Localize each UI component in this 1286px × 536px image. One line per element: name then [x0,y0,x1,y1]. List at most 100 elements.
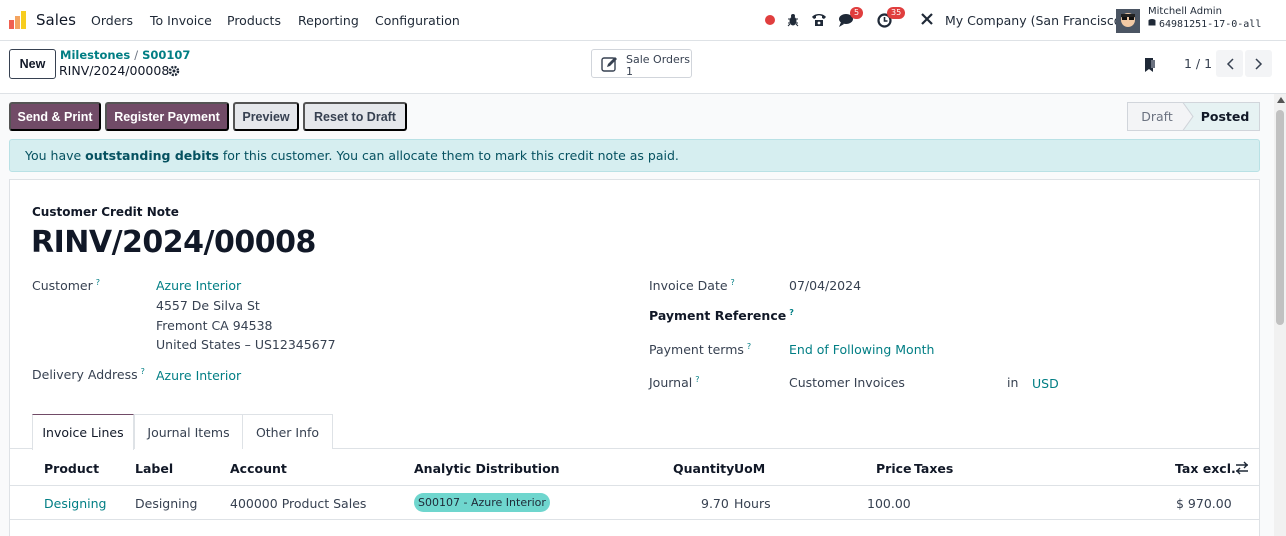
help-icon[interactable]: ? [747,342,751,351]
breadcrumb-separator: / [134,48,139,62]
app-name[interactable]: Sales [36,11,76,29]
col-label[interactable]: Label [135,461,173,476]
bookmark-icon[interactable] [1143,57,1157,73]
smart-button-label: Sale Orders [626,53,691,66]
document-type-label: Customer Credit Note [32,205,179,219]
customer-label-text: Customer [32,278,93,294]
tab-other-info[interactable]: Other Info [242,414,333,449]
pager-value[interactable]: 1 / 1 [1184,56,1212,71]
col-price[interactable]: Price [876,461,912,476]
menu-to-invoice[interactable]: To Invoice [150,13,212,28]
optional-columns-icon[interactable] [1235,461,1249,475]
chevron-right-icon [1254,57,1262,70]
journal-field[interactable]: Customer Invoices [789,375,905,390]
invoice-date-field[interactable]: 07/04/2024 [789,278,861,293]
row-tax-excl: $ 970.00 [1176,496,1232,511]
row-product[interactable]: Designing [44,496,107,511]
stage-posted[interactable]: Posted [1201,109,1250,124]
stage-draft[interactable]: Draft [1141,109,1173,124]
sales-app-icon[interactable] [8,10,28,30]
col-quantity[interactable]: Quantity [673,461,734,476]
currency-in-label: in [1007,375,1019,390]
menu-orders[interactable]: Orders [91,13,133,28]
help-icon[interactable]: ? [695,375,699,384]
messages-button[interactable]: 5 [838,7,864,31]
col-taxes[interactable]: Taxes [914,461,953,476]
breadcrumb: Milestones / S00107 [60,48,190,62]
delivery-label-text: Delivery Address [32,367,138,383]
sale-orders-smart-button[interactable]: Sale Orders 1 [591,49,692,78]
row-price[interactable]: 100.00 [867,496,911,511]
user-name[interactable]: Mitchell Admin [1148,6,1222,17]
tab-journal-items[interactable]: Journal Items [134,414,243,449]
control-panel: New Milestones / S00107 RINV/2024/00008 Sa… [0,41,1286,94]
send-print-button[interactable]: Send & Print [9,102,101,131]
table-header-divider [9,485,1260,486]
tab-invoice-lines[interactable]: Invoice Lines [32,414,134,450]
document-title: RINV/2024/00008 [31,225,316,260]
customer-link[interactable]: Azure Interior [156,278,241,293]
col-analytic[interactable]: Analytic Distribution [414,461,560,476]
customer-address-line3: United States – US12345677 [156,337,336,352]
scrollbar-thumb[interactable] [1276,110,1284,325]
journal-label-text: Journal [649,375,693,391]
invoice-date-label-text: Invoice Date [649,278,728,294]
menu-reporting[interactable]: Reporting [298,13,359,28]
bug-icon[interactable] [787,13,799,27]
help-icon[interactable]: ? [96,278,100,287]
payment-terms-label-text: Payment terms [649,342,744,358]
row-quantity[interactable]: 9.70 [701,496,729,511]
status-pipeline: Draft Posted [1127,102,1260,131]
new-button[interactable]: New [9,49,56,79]
payment-terms-label: Payment terms? [649,342,751,357]
help-icon[interactable]: ? [731,278,735,287]
user-avatar[interactable] [1116,9,1140,33]
breadcrumb-order[interactable]: S00107 [142,48,190,62]
scroll-up-icon[interactable] [1277,97,1285,103]
payment-reference-label: Payment Reference? [649,308,794,323]
customer-label: Customer? [32,278,100,293]
register-payment-button[interactable]: Register Payment [105,102,229,131]
payment-ref-label-text: Payment Reference [649,308,787,324]
row-label[interactable]: Designing [135,496,198,511]
menu-products[interactable]: Products [227,13,281,28]
col-product[interactable]: Product [44,461,99,476]
col-uom[interactable]: UoM [734,461,765,476]
breadcrumb-milestones[interactable]: Milestones [60,48,130,62]
gear-icon[interactable] [168,65,180,77]
record-name: RINV/2024/00008 [59,63,170,78]
avatar-face-icon [1116,9,1140,33]
preview-button[interactable]: Preview [233,102,299,131]
pager-previous-button[interactable] [1216,50,1243,77]
database-value: 64981251-17-0-all [1159,19,1262,30]
pager-next-button[interactable] [1245,50,1272,77]
payment-reference-field[interactable] [789,306,1189,324]
col-tax-excl[interactable]: Tax excl. [1175,461,1236,476]
database-icon [1148,19,1156,26]
invoice-date-label: Invoice Date? [649,278,735,293]
customer-address-line2: Fremont CA 94538 [156,318,273,333]
phone-icon[interactable] [811,12,827,27]
outstanding-debits-alert: You have outstanding debits for this cus… [9,139,1260,172]
company-switcher[interactable]: My Company (San Francisco) [945,13,1126,28]
tools-icon[interactable] [920,12,934,26]
main-navbar: Sales Orders To Invoice Products Reporti… [0,0,1286,41]
activities-button[interactable]: 35 [877,7,911,31]
currency-link[interactable]: USD [1032,376,1059,391]
customer-address-line1: 4557 De Silva St [156,298,260,313]
record-icon[interactable] [764,14,776,26]
analytic-tag[interactable]: S00107 - Azure Interior [414,493,550,512]
delivery-address-label: Delivery Address? [32,367,145,382]
payment-terms-link[interactable]: End of Following Month [789,342,934,357]
delivery-address-link[interactable]: Azure Interior [156,368,241,383]
menu-configuration[interactable]: Configuration [375,13,460,28]
col-account[interactable]: Account [230,461,287,476]
chevron-left-icon [1226,57,1234,70]
help-icon[interactable]: ? [141,367,145,376]
edit-document-icon [601,57,617,72]
reset-draft-button[interactable]: Reset to Draft [303,102,407,131]
database-name: 64981251-17-0-all [1148,19,1261,30]
row-account[interactable]: 400000 Product Sales [230,496,366,511]
row-uom[interactable]: Hours [734,496,771,511]
alert-outstanding-link[interactable]: outstanding debits [85,148,219,163]
